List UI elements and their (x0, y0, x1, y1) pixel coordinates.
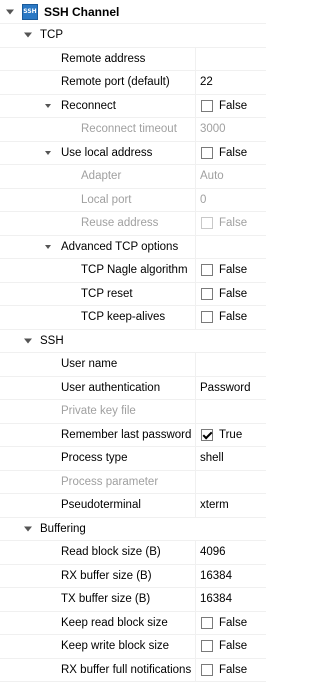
category-label: TCP (40, 29, 63, 41)
property-label: RX buffer full notifications (61, 664, 191, 676)
rx-full-notifications-value: False (219, 664, 247, 676)
remember-password-checkbox[interactable] (201, 429, 213, 441)
use-local-address-checkbox[interactable] (201, 147, 213, 159)
property-label: Adapter (81, 170, 121, 182)
property-pseudoterminal[interactable]: Pseudoterminal xterm (0, 494, 266, 518)
tcp-keepalives-value: False (219, 311, 247, 323)
keep-read-block-size-value: False (219, 617, 247, 629)
tcp-keepalives-checkbox[interactable] (201, 311, 213, 323)
property-tcp-reset[interactable]: TCP reset False (0, 283, 266, 307)
property-read-block-size[interactable]: Read block size (B) 4096 (0, 541, 266, 565)
use-local-address-value: False (219, 147, 247, 159)
category-ssh[interactable]: SSH (0, 330, 266, 354)
collapse-arrow-icon[interactable] (45, 245, 51, 249)
reconnect-timeout-value: 3000 (200, 123, 226, 135)
property-label: Read block size (B) (61, 546, 161, 558)
remote-port-value[interactable]: 22 (200, 76, 213, 88)
category-tcp[interactable]: TCP (0, 24, 266, 48)
adapter-value: Auto (200, 170, 224, 182)
property-process-parameter[interactable]: Process parameter (0, 471, 266, 495)
property-tcp-keepalives[interactable]: TCP keep-alives False (0, 306, 266, 330)
property-label: User authentication (61, 382, 160, 394)
property-label: Use local address (61, 147, 152, 159)
property-label: Advanced TCP options (61, 241, 178, 253)
ssh-channel-header[interactable]: SSH SSH Channel (0, 0, 266, 24)
collapse-arrow-icon[interactable] (24, 526, 32, 531)
property-label: Remote port (default) (61, 76, 170, 88)
tcp-nagle-checkbox[interactable] (201, 264, 213, 276)
property-local-port[interactable]: Local port 0 (0, 189, 266, 213)
property-label: Local port (81, 194, 132, 206)
tcp-reset-value: False (219, 288, 247, 300)
reuse-address-checkbox (201, 217, 213, 229)
category-buffering[interactable]: Buffering (0, 518, 266, 542)
reconnect-checkbox[interactable] (201, 100, 213, 112)
property-tcp-nagle[interactable]: TCP Nagle algorithm False (0, 259, 266, 283)
property-reconnect[interactable]: Reconnect False (0, 95, 266, 119)
tcp-reset-checkbox[interactable] (201, 288, 213, 300)
property-label: TCP Nagle algorithm (81, 264, 188, 276)
property-label: TCP reset (81, 288, 133, 300)
property-label: Process type (61, 452, 127, 464)
property-label: Reconnect (61, 100, 116, 112)
collapse-arrow-icon[interactable] (6, 9, 14, 14)
property-label: User name (61, 358, 117, 370)
property-tx-buffer-size[interactable]: TX buffer size (B) 16384 (0, 588, 266, 612)
property-private-key-file[interactable]: Private key file (0, 400, 266, 424)
property-keep-read-block-size[interactable]: Keep read block size False (0, 612, 266, 636)
property-keep-write-block-size[interactable]: Keep write block size False (0, 635, 266, 659)
property-user-authentication[interactable]: User authentication Password (0, 377, 266, 401)
header-title: SSH Channel (44, 5, 119, 19)
remember-password-value: True (219, 429, 242, 441)
property-label: Remember last password (61, 429, 191, 441)
collapse-arrow-icon[interactable] (24, 338, 32, 343)
rx-full-notifications-checkbox[interactable] (201, 664, 213, 676)
pseudoterminal-value[interactable]: xterm (200, 499, 229, 511)
property-remote-address[interactable]: Remote address (0, 48, 266, 72)
read-block-size-value[interactable]: 4096 (200, 546, 226, 558)
category-label: Buffering (40, 523, 86, 535)
property-grid: SSH SSH Channel TCP Remote address Remot… (0, 0, 266, 680)
property-reuse-address[interactable]: Reuse address False (0, 212, 266, 236)
property-label: TX buffer size (B) (61, 593, 150, 605)
local-port-value: 0 (200, 194, 206, 206)
reconnect-value: False (219, 100, 247, 112)
property-remote-port[interactable]: Remote port (default) 22 (0, 71, 266, 95)
collapse-arrow-icon[interactable] (24, 33, 32, 38)
keep-read-block-size-checkbox[interactable] (201, 617, 213, 629)
rx-buffer-size-value[interactable]: 16384 (200, 570, 232, 582)
property-label: TCP keep-alives (81, 311, 165, 323)
property-label: Private key file (61, 405, 136, 417)
collapse-arrow-icon[interactable] (45, 151, 51, 155)
property-label: Process parameter (61, 476, 158, 488)
property-label: Keep read block size (61, 617, 168, 629)
property-label: Keep write block size (61, 640, 169, 652)
keep-write-block-size-checkbox[interactable] (201, 640, 213, 652)
ssh-icon: SSH (22, 4, 38, 20)
property-rx-full-notifications[interactable]: RX buffer full notifications False (0, 659, 266, 682)
property-remember-password[interactable]: Remember last password True (0, 424, 266, 448)
keep-write-block-size-value: False (219, 640, 247, 652)
property-advanced-tcp-options[interactable]: Advanced TCP options (0, 236, 266, 260)
property-user-name[interactable]: User name (0, 353, 266, 377)
tcp-nagle-value: False (219, 264, 247, 276)
property-use-local-address[interactable]: Use local address False (0, 142, 266, 166)
reuse-address-value: False (219, 217, 247, 229)
user-authentication-value[interactable]: Password (200, 382, 251, 394)
property-label: RX buffer size (B) (61, 570, 152, 582)
category-label: SSH (40, 335, 64, 347)
property-label: Reconnect timeout (81, 123, 177, 135)
property-label: Reuse address (81, 217, 158, 229)
property-reconnect-timeout[interactable]: Reconnect timeout 3000 (0, 118, 266, 142)
property-rx-buffer-size[interactable]: RX buffer size (B) 16384 (0, 565, 266, 589)
property-label: Pseudoterminal (61, 499, 141, 511)
process-type-value[interactable]: shell (200, 452, 224, 464)
collapse-arrow-icon[interactable] (45, 104, 51, 108)
tx-buffer-size-value[interactable]: 16384 (200, 593, 232, 605)
property-adapter[interactable]: Adapter Auto (0, 165, 266, 189)
property-label: Remote address (61, 53, 145, 65)
property-process-type[interactable]: Process type shell (0, 447, 266, 471)
